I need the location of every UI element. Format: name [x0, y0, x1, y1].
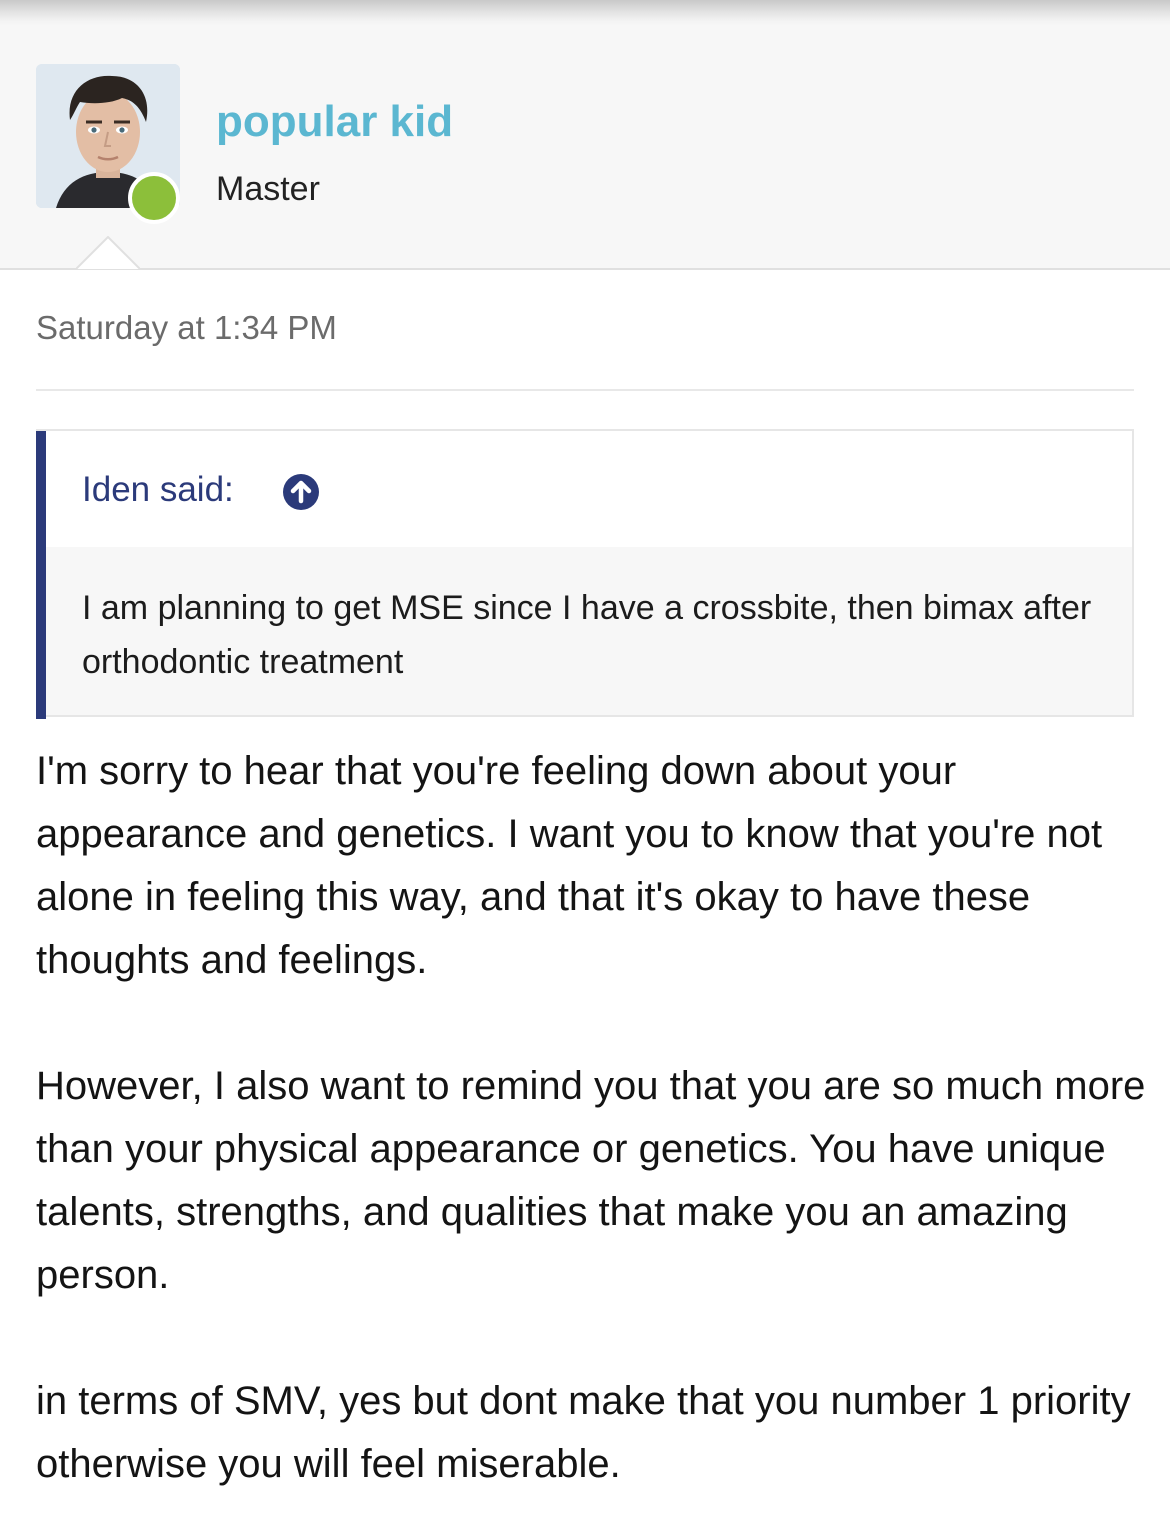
header-pointer-arrow	[76, 236, 140, 270]
quote-accent-bar	[36, 431, 46, 719]
username-link[interactable]: popular kid	[216, 96, 453, 148]
arrow-up-circle-icon[interactable]	[282, 473, 320, 511]
online-status-icon	[128, 172, 180, 224]
top-shadow	[0, 0, 1170, 26]
post-page: popular kid Master Saturday at 1:34 PM I…	[0, 0, 1170, 1532]
quote-content: I am planning to get MSE since I have a …	[46, 547, 1132, 715]
post-paragraph: in terms of SMV, yes but dont make that …	[36, 1379, 1131, 1486]
quote-text: I am planning to get MSE since I have a …	[82, 589, 1092, 681]
user-title: Master	[216, 170, 320, 208]
quote-author-link[interactable]: Iden said:	[82, 469, 234, 511]
post-timestamp[interactable]: Saturday at 1:34 PM	[36, 308, 337, 348]
divider	[36, 389, 1134, 391]
post-paragraph: I'm sorry to hear that you're feeling do…	[36, 749, 1103, 982]
post-body: I'm sorry to hear that you're feeling do…	[36, 740, 1146, 1532]
quote-block: Iden said: I am planning to get MSE sinc…	[36, 429, 1134, 719]
post-paragraph: However, I also want to remind you that …	[36, 1064, 1146, 1297]
message-user-header: popular kid Master	[0, 26, 1170, 270]
quote-header: Iden said:	[46, 431, 1132, 547]
